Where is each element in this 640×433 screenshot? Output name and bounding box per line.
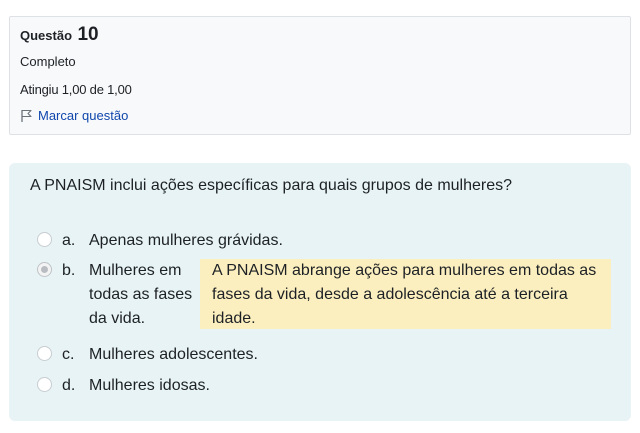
question-number: 10 [77, 24, 99, 45]
question-grade: Atingiu 1,00 de 1,00 [20, 82, 132, 97]
radio-button[interactable] [37, 346, 52, 361]
specific-feedback: A PNAISM abrange ações para mulheres em … [200, 259, 611, 329]
question-status: Completo [20, 54, 76, 69]
question-title: Questão 10 [20, 24, 99, 46]
option-letter: d. [62, 377, 76, 394]
option-letter: b. [62, 262, 76, 279]
answer-option-c[interactable]: c. Mulheres adolescentes. [37, 343, 258, 367]
radio-button[interactable] [37, 232, 52, 247]
question-text: A PNAISM inclui ações específicas para q… [30, 177, 513, 194]
answer-option-b[interactable]: b. Mulheres em todas as fases da vida. [37, 259, 201, 331]
flag-icon[interactable] [20, 109, 33, 123]
answer-option-a[interactable]: a. Apenas mulheres grávidas. [37, 229, 283, 253]
option-text: Apenas mulheres grávidas. [89, 232, 283, 249]
question-info-panel: Questão 10 Completo Atingiu 1,00 de 1,00… [9, 16, 631, 135]
radio-button[interactable] [37, 377, 52, 392]
option-letter: a. [62, 232, 76, 249]
flag-question-label[interactable]: Marcar questão [38, 108, 128, 123]
flag-question-link[interactable]: Marcar questão [20, 108, 128, 123]
option-letter: c. [62, 346, 75, 363]
option-text: Mulheres adolescentes. [89, 346, 258, 363]
question-formulation: A PNAISM inclui ações específicas para q… [9, 163, 631, 421]
radio-button-selected[interactable] [37, 262, 52, 277]
feedback-text: A PNAISM abrange ações para mulheres em … [212, 262, 597, 327]
question-label: Questão [20, 28, 73, 43]
option-text: Mulheres idosas. [89, 377, 210, 394]
answer-option-d[interactable]: d. Mulheres idosas. [37, 374, 210, 398]
option-text: Mulheres em todas as fases da vida. [89, 262, 193, 327]
